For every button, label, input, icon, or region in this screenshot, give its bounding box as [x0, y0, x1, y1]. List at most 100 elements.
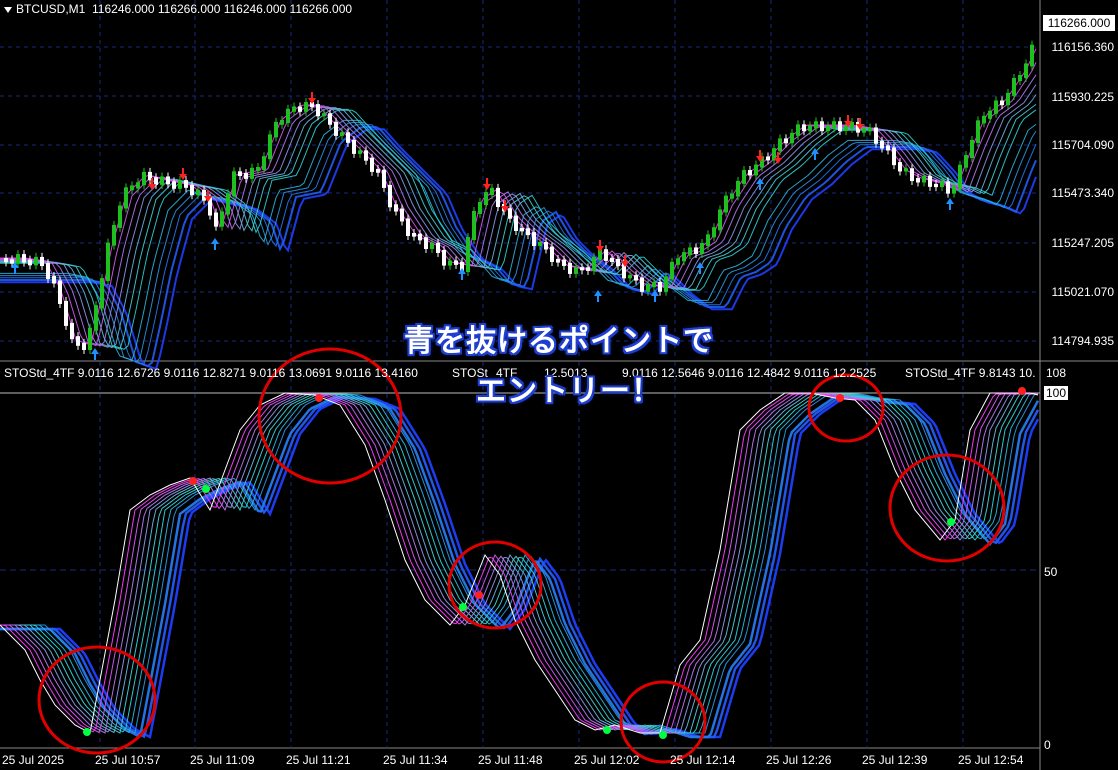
signal-dot-down	[836, 394, 844, 402]
signal-dot-up	[83, 728, 91, 736]
annotation-line-2: エントリー！	[476, 374, 662, 409]
candle-body	[484, 192, 488, 205]
candle-body	[604, 249, 608, 261]
time-tick: 25 Jul 12:39	[862, 753, 928, 767]
candle-body	[880, 140, 884, 149]
candle-body	[316, 104, 320, 117]
price-ribbon-line	[0, 74, 1037, 347]
candle-body	[250, 167, 254, 179]
candle-body	[10, 259, 14, 264]
candle-body	[508, 208, 512, 219]
candle-body	[910, 168, 914, 182]
candle-body	[892, 147, 896, 166]
candle-body	[934, 183, 938, 188]
candle-body	[172, 181, 176, 189]
candle-body	[544, 241, 548, 250]
up-arrow-icon	[91, 348, 99, 360]
candle-body	[652, 281, 656, 288]
dropdown-triangle-icon[interactable]	[4, 6, 12, 13]
candle-body	[190, 184, 194, 196]
time-tick: 25 Jul 11:48	[478, 753, 543, 767]
candle-body	[472, 210, 476, 240]
candle-body	[802, 124, 806, 132]
candle-body	[574, 267, 578, 274]
price-label: 115247.205	[1051, 236, 1114, 250]
candle-body	[754, 164, 758, 176]
time-tick: 25 Jul 11:34	[383, 753, 448, 767]
candle-body	[628, 275, 632, 279]
candle-body	[154, 177, 158, 185]
candle-body	[1012, 78, 1016, 96]
indicator-scale-top: 108	[1046, 366, 1067, 380]
candle-body	[70, 322, 74, 340]
price-label: 115930.225	[1051, 90, 1114, 104]
candle-body	[940, 181, 944, 188]
candle-body	[814, 121, 818, 129]
signal-dot-up	[659, 731, 667, 739]
down-arrow-icon	[483, 178, 491, 190]
candle-body	[832, 121, 836, 129]
candle-body	[424, 237, 428, 249]
signal-dot-down	[475, 591, 483, 599]
candle-body	[124, 187, 128, 209]
candle-body	[376, 168, 380, 173]
candle-body	[592, 256, 596, 271]
candle-body	[466, 236, 470, 272]
candle-body	[586, 267, 590, 271]
candle-body	[730, 193, 734, 199]
candle-body	[352, 139, 356, 154]
candle-body	[112, 224, 116, 246]
candle-body	[796, 124, 800, 136]
signal-dot-up	[947, 518, 955, 526]
candle-body	[340, 132, 344, 136]
candle-body	[886, 145, 890, 151]
candle-body	[244, 173, 248, 179]
down-arrow-icon	[308, 92, 316, 104]
candle-body	[538, 241, 542, 246]
signal-dot-down	[315, 394, 323, 402]
candle-body	[676, 258, 680, 265]
candle-body	[58, 280, 62, 304]
candle-body	[550, 246, 554, 262]
candle-body	[682, 252, 686, 262]
candle-body	[958, 164, 962, 190]
candle-body	[226, 193, 230, 215]
candle-body	[1018, 75, 1022, 82]
candle-body	[178, 180, 182, 189]
up-arrow-icon	[458, 268, 466, 280]
candle-body	[292, 106, 296, 112]
candle-body	[406, 218, 410, 236]
candle-body	[238, 171, 242, 177]
candle-body	[442, 250, 446, 266]
price-ribbon-line	[0, 48, 1037, 345]
candle-body	[118, 205, 122, 228]
candle-body	[1030, 44, 1034, 67]
candle-body	[346, 132, 350, 143]
candle-body	[94, 305, 98, 331]
candle-body	[922, 175, 926, 183]
candle-body	[1024, 63, 1028, 79]
price-label: 115021.070	[1051, 285, 1114, 299]
price-label: 114794.935	[1051, 334, 1114, 348]
candle-body	[946, 181, 950, 194]
candle-body	[160, 176, 164, 185]
candle-body	[46, 263, 50, 280]
candle-body	[982, 115, 986, 124]
candle-body	[706, 234, 710, 246]
candle-body	[724, 195, 728, 213]
signal-dot-up	[459, 603, 467, 611]
candle-body	[232, 171, 236, 197]
candle-body	[664, 276, 668, 292]
candle-body	[916, 178, 920, 183]
candle-body	[820, 121, 824, 132]
candle-body	[964, 155, 968, 168]
time-tick: 25 Jul 11:21	[286, 753, 351, 767]
candle-body	[328, 113, 332, 125]
signal-dot-down	[1018, 387, 1026, 395]
candle-body	[688, 247, 692, 256]
candle-body	[412, 232, 416, 237]
candle-body	[202, 189, 206, 201]
level-0-label: 0	[1044, 738, 1051, 752]
candle-body	[34, 256, 38, 266]
candle-body	[952, 186, 956, 194]
